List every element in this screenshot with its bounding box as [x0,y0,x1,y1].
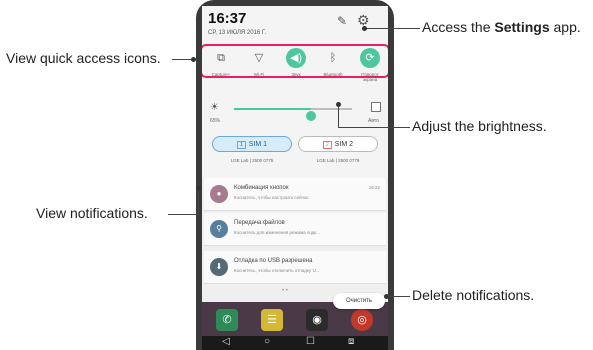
notification-title: Комбинация кнопок [234,185,289,191]
notification-time: 16:22 [368,185,380,190]
camera-app-icon[interactable]: ◉ [306,309,328,331]
delete-callout: Delete notifications. [412,287,535,303]
brightness-row: ☀ 65% Авто [208,100,384,126]
notification-title: Отладка по USB разрешена [234,258,313,264]
brightness-leader-dot [336,102,341,107]
sim2-label: SIM 2 [334,141,354,148]
delete-leader-dot [384,294,389,299]
brightness-icon: ☀ [210,102,219,113]
settings-callout-bold: Settings [494,19,550,35]
sim2-button[interactable]: 2 SIM 2 [298,136,378,152]
capture-icon: ⧉ [217,52,225,64]
settings-leader-line [364,28,420,29]
sim1-operator: LGE Lab | 2500 0775 [230,158,274,163]
notifications-leader-dot [196,186,201,191]
quick-tile-label: Звук [291,72,301,77]
settings-leader-dot [362,26,367,31]
notification-text: Коснитесь, чтобы отключить отладку U... [234,268,320,273]
brightness-thumb[interactable] [305,111,316,121]
notifications-leader-vline [198,188,199,215]
sim1-label: SIM 1 [248,141,268,148]
clear-notifications-button[interactable]: Очистить [333,293,385,309]
quick-tile-label: Wi-Fi [253,72,265,77]
phone-frame: 16:37 СР, 13 ИЮЛЯ 2016 Г. ✎ ⚙ ⧉ Capture+… [196,0,394,350]
messages-app-icon[interactable]: ☰ [261,309,283,331]
back-icon[interactable]: ◁ [222,336,230,347]
quick-tile-label: Bluetooth [323,72,343,77]
brightness-slider[interactable] [234,108,352,121]
pencil-icon[interactable]: ✎ [337,14,347,28]
brightness-percent: 65% [210,118,221,124]
auto-brightness-checkbox[interactable] [371,102,381,112]
delete-leader-line [386,296,410,297]
settings-callout: Access the Settings app. [422,19,581,35]
notification-item[interactable]: ⬇ Отладка по USB разрешена Коснитесь, чт… [204,251,386,284]
usb-debug-icon: ⬇ [210,258,228,276]
sim1-badge: 1 [236,141,246,149]
notifications-leader-line [168,214,198,215]
quick-tile-wifi[interactable]: ▽ Wi-Fi [244,48,274,77]
sound-icon: ◀) [286,48,306,68]
brightness-leader-vline [338,104,339,127]
quick-access-leader-dot [191,57,196,62]
notifications-callout: View notifications. [36,205,148,221]
button-combo-icon: ● [210,185,228,203]
sim2-operator: LGE Lab | 2500 0779 [316,158,360,163]
quick-tile-sound[interactable]: ◀) Звук [281,48,311,77]
quick-access-callout: View quick access icons. [6,50,161,66]
page-indicator: • • [282,288,288,294]
usb-transfer-icon: ⚲ [210,220,228,238]
notification-title: Передача файлов [234,220,285,226]
clock: 16:37 [208,10,247,27]
sim2-badge: 2 [322,141,332,149]
home-icon[interactable]: ○ [264,336,270,347]
quick-tile-label: Capture+ [211,72,231,77]
quick-tile-bluetooth[interactable]: ᛒ Bluetooth [318,48,348,77]
sim1-button[interactable]: 1 SIM 1 [212,136,292,152]
auto-brightness-label: Авто [368,118,379,124]
notification-item[interactable]: ⚲ Передача файлов Коснитесь для изменени… [204,213,386,246]
brightness-callout: Adjust the brightness. [412,118,547,134]
recents-icon[interactable]: ☐ [306,336,315,347]
notification-item[interactable]: ● Комбинация кнопок Коснитесь, чтобы нас… [204,178,386,211]
date: СР, 13 ИЮЛЯ 2016 Г. [208,30,267,36]
brightness-leader-line [338,127,410,128]
quick-tile-label: Поворот экрана [361,72,379,82]
phone-screen: 16:37 СР, 13 ИЮЛЯ 2016 Г. ✎ ⚙ ⧉ Capture+… [202,6,388,350]
notification-text: Коснитесь, чтобы настроить сейчас [234,195,309,200]
chrome-app-icon[interactable]: ◎ [351,309,373,331]
brightness-fill [234,108,311,110]
notification-text: Коснитесь для изменения режима подк... [234,230,321,235]
quick-tile-rotate[interactable]: ⟳ Поворот экрана [355,48,385,82]
phone-app-icon[interactable]: ✆ [216,309,238,331]
rotate-icon: ⟳ [360,48,380,68]
bluetooth-icon: ᛒ [329,52,337,64]
wifi-icon: ▽ [254,52,264,64]
quick-tile-capture[interactable]: ⧉ Capture+ [206,48,236,77]
sim-switch-icon[interactable]: ⧈ [348,336,354,347]
quick-settings-panel: 16:37 СР, 13 ИЮЛЯ 2016 Г. ✎ ⚙ ⧉ Capture+… [202,6,388,178]
